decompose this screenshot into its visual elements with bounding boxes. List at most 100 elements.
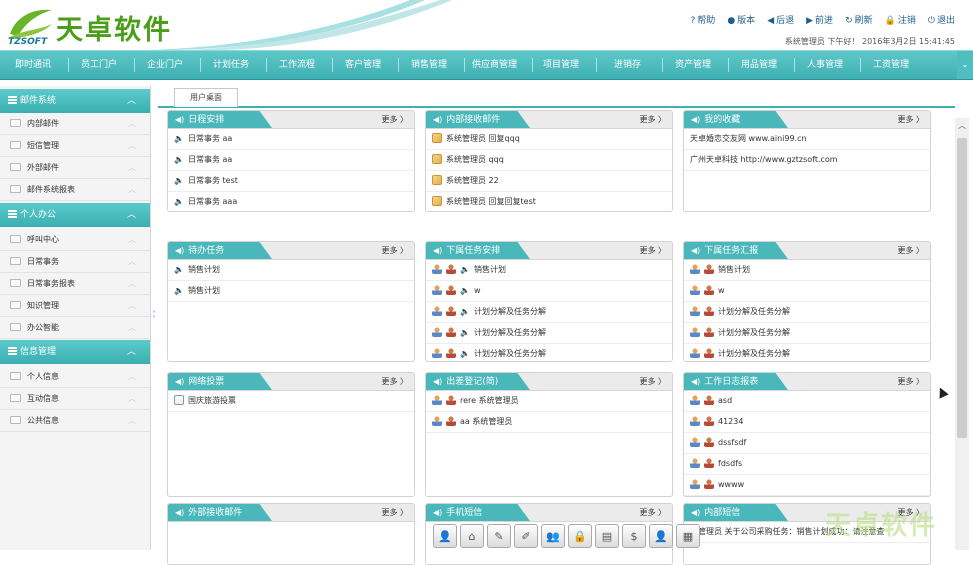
chart-icon[interactable]: ▦ xyxy=(676,524,700,548)
nav-item[interactable]: 销售管理 xyxy=(411,51,447,79)
scroll-up-icon[interactable]: ︿ xyxy=(958,120,966,131)
sidebar-item[interactable]: 个人信息 ︿ xyxy=(0,366,150,388)
forward-link[interactable]: ▶ 前进 xyxy=(806,13,833,26)
list-item[interactable]: 🔈 销售计划 xyxy=(426,260,672,281)
sidebar-item[interactable]: 短信管理 ︿ xyxy=(0,135,150,157)
nav-item[interactable]: 企业门户 xyxy=(147,51,183,79)
exit-link[interactable]: ⏻ 退出 xyxy=(928,13,955,26)
list-item[interactable]: 计划分解及任务分解 xyxy=(684,344,930,361)
users-icon[interactable]: 👥 xyxy=(541,524,565,548)
sidebar-item[interactable]: 日常事务报表 ︿ xyxy=(0,273,150,295)
sidebar-item[interactable]: 日常事务 ︿ xyxy=(0,251,150,273)
more-link[interactable]: 更多 〉 xyxy=(897,111,924,128)
list-item[interactable]: 系统管理员 回复回复test xyxy=(426,192,672,211)
sidebar-item[interactable]: 内部邮件 ︿ xyxy=(0,113,150,135)
list-item[interactable]: 广州天卓科技 http://www.gztzsoft.com xyxy=(684,150,930,171)
more-link[interactable]: 更多 〉 xyxy=(639,111,666,128)
list-item[interactable]: rere 系统管理员 xyxy=(426,391,672,412)
nav-item[interactable]: 计划任务 xyxy=(213,51,249,79)
list-item[interactable]: 🔈 计划分解及任务分解 xyxy=(426,344,672,361)
help-link[interactable]: ? 帮助 xyxy=(691,13,716,26)
sidebar-item[interactable]: 互动信息 ︿ xyxy=(0,388,150,410)
more-link[interactable]: 更多 〉 xyxy=(381,111,408,128)
nav-item[interactable]: 人事管理 xyxy=(807,51,843,79)
list-item-text: 系统管理员 回复qqq xyxy=(446,134,520,143)
list-item[interactable]: 🔈 计划分解及任务分解 xyxy=(426,302,672,323)
list-item[interactable]: 销售计划 xyxy=(684,260,930,281)
sidebar-item[interactable]: 邮件系统报表 ︿ xyxy=(0,179,150,201)
list-item[interactable]: 🔈 日常事务 aa xyxy=(168,129,414,150)
doc-icon[interactable]: ▤ xyxy=(595,524,619,548)
list-item[interactable]: w xyxy=(684,281,930,302)
tab-user-desktop[interactable]: 用户桌面 xyxy=(174,88,238,107)
list-item[interactable]: 计划分解及任务分解 xyxy=(684,323,930,344)
more-link[interactable]: 更多 〉 xyxy=(639,504,666,521)
list-item[interactable]: aa 系统管理员 xyxy=(426,412,672,433)
list-item[interactable]: 🔈 计划分解及任务分解 xyxy=(426,323,672,344)
list-item[interactable]: 🔈 销售计划 xyxy=(168,281,414,302)
nav-item[interactable]: 工作流程 xyxy=(279,51,315,79)
list-item[interactable]: 系统管理员 回复qqq xyxy=(426,129,672,150)
lock-icon[interactable]: 🔒 xyxy=(568,524,592,548)
sidebar-collapse-handle[interactable]: ˄ ˅ xyxy=(152,311,156,324)
nav-item[interactable]: 客户管理 xyxy=(345,51,381,79)
list-item[interactable]: 🔈 销售计划 xyxy=(168,260,414,281)
sidebar: 邮件系统 ︿ 内部邮件 ︿ 短信管理 ︿ 外部邮件 ︿ 邮件系统报表 ︿ 个人办公 ︿ 呼叫… xyxy=(0,86,151,550)
more-link[interactable]: 更多 〉 xyxy=(381,504,408,521)
sidebar-item[interactable]: 知识管理 ︿ xyxy=(0,295,150,317)
list-item[interactable]: 系统管理员 qqq xyxy=(426,150,672,171)
nav-item[interactable]: 供应商管理 xyxy=(472,51,517,79)
nav-scroll-down-icon[interactable]: ⌄ xyxy=(957,51,973,79)
list-item[interactable]: 🔈 日常事务 test xyxy=(168,171,414,192)
money-icon[interactable]: $ xyxy=(622,524,646,548)
list-item[interactable]: asd xyxy=(684,391,930,412)
sidebar-item[interactable]: 外部邮件 ︿ xyxy=(0,157,150,179)
list-item[interactable]: 41234 xyxy=(684,412,930,433)
sidebar-section-info[interactable]: 信息管理 ︿ xyxy=(0,340,150,364)
nav-item[interactable]: 即时通讯 xyxy=(15,51,51,79)
scrollbar-thumb[interactable] xyxy=(957,138,967,438)
more-link[interactable]: 更多 〉 xyxy=(897,373,924,390)
nav-item[interactable]: 员工门户 xyxy=(81,51,117,79)
list-item[interactable]: 天卓婚恋交友网 www.aini99.cn xyxy=(684,129,930,150)
back-link[interactable]: ◀ 后退 xyxy=(767,13,794,26)
sidebar-item[interactable]: 呼叫中心 ︿ xyxy=(0,229,150,251)
sidebar-item[interactable]: 公共信息 ︿ xyxy=(0,410,150,432)
refresh-link[interactable]: ↻ 刷新 xyxy=(845,13,873,26)
list-item[interactable]: 国庆旅游投票 xyxy=(168,391,414,412)
sidebar-item[interactable]: 办公智能 ︿ xyxy=(0,317,150,339)
person-icon[interactable]: 👤 xyxy=(433,524,457,548)
pen-icon[interactable]: ✐ xyxy=(514,524,538,548)
nav-item[interactable]: 进销存 xyxy=(614,51,641,79)
sidebar-section-mail[interactable]: 邮件系统 ︿ xyxy=(0,89,150,113)
list-item[interactable]: wwww xyxy=(684,475,930,496)
list-item[interactable]: 系统管理员 22 xyxy=(426,171,672,192)
logout-link[interactable]: 🔒 注销 xyxy=(885,13,916,26)
more-link[interactable]: 更多 〉 xyxy=(897,242,924,259)
sidebar-section-office[interactable]: 个人办公 ︿ xyxy=(0,203,150,227)
list-item-text: 日常事务 test xyxy=(187,176,238,185)
list-item[interactable]: 🔈 日常事务 aa xyxy=(168,150,414,171)
nav-item[interactable]: 用品管理 xyxy=(741,51,777,79)
list-item-text: 销售计划 xyxy=(187,265,220,274)
list-item[interactable]: fdsdfs xyxy=(684,454,930,475)
list-item-text: 系统管理员 qqq xyxy=(446,155,504,164)
person-red-icon xyxy=(704,348,714,358)
nav-item[interactable]: 项目管理 xyxy=(543,51,579,79)
version-link[interactable]: ● 版本 xyxy=(727,13,755,26)
list-item[interactable]: 🔈 日常事务 aaa xyxy=(168,192,414,211)
more-link[interactable]: 更多 〉 xyxy=(639,373,666,390)
note-icon[interactable]: ✎ xyxy=(487,524,511,548)
nav-item[interactable]: 资产管理 xyxy=(675,51,711,79)
list-item[interactable]: 计划分解及任务分解 xyxy=(684,302,930,323)
scrollbar[interactable]: ︿ xyxy=(955,118,969,550)
list-item[interactable]: 🔈 w xyxy=(426,281,672,302)
nav-item[interactable]: 工资管理 xyxy=(873,51,909,79)
more-link[interactable]: 更多 〉 xyxy=(639,242,666,259)
speaker-icon: ◀) xyxy=(175,246,185,255)
more-link[interactable]: 更多 〉 xyxy=(381,373,408,390)
home-icon[interactable]: ⌂ xyxy=(460,524,484,548)
more-link[interactable]: 更多 〉 xyxy=(381,242,408,259)
person-doc-icon[interactable]: 👤 xyxy=(649,524,673,548)
list-item[interactable]: dssfsdf xyxy=(684,433,930,454)
